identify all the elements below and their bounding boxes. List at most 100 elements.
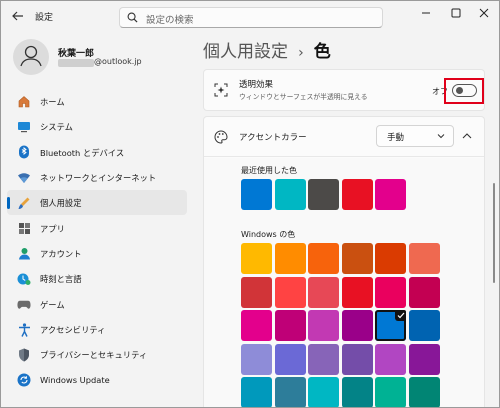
color-swatch[interactable] <box>308 377 339 407</box>
accent-mode-dropdown[interactable]: 手動 <box>376 125 454 147</box>
color-swatch[interactable] <box>308 343 339 375</box>
breadcrumb: 個人用設定 › 色 <box>203 37 331 62</box>
transparency-title: 透明効果 <box>239 80 274 90</box>
color-swatch[interactable] <box>274 276 306 308</box>
color-swatch[interactable] <box>241 179 272 210</box>
scrollbar[interactable] <box>493 183 495 283</box>
network-icon <box>17 171 31 184</box>
color-swatch[interactable] <box>375 377 406 407</box>
color-swatch[interactable] <box>274 343 306 375</box>
color-swatch[interactable] <box>308 179 339 210</box>
personalization-icon <box>17 196 31 209</box>
color-swatch[interactable] <box>375 276 406 308</box>
breadcrumb-separator: › <box>298 45 304 61</box>
sidebar-item-label: 時刻と言語 <box>40 274 82 285</box>
windows-colors-row <box>241 343 440 375</box>
apps-icon <box>17 222 31 235</box>
chevron-up-icon[interactable] <box>460 129 474 143</box>
sidebar-item-label: Windows Update <box>40 374 110 385</box>
color-swatch[interactable] <box>308 276 339 308</box>
color-swatch[interactable] <box>375 179 406 210</box>
color-swatch[interactable] <box>408 243 440 274</box>
transparency-card: 透明効果 ウィンドウとサーフェスが半透明に見える オフ <box>203 69 485 111</box>
sidebar-item-label: システム <box>40 122 73 133</box>
color-swatch[interactable] <box>274 310 306 341</box>
sidebar: 秋葉一郎 @outlook.jp ホーム システム Bluetooth とデバイ… <box>1 33 197 407</box>
sidebar-item-label: ゲーム <box>40 299 65 310</box>
color-swatch[interactable] <box>408 377 440 407</box>
search-input[interactable]: 設定の検索 <box>119 7 383 28</box>
sidebar-item-home[interactable]: ホーム <box>7 89 187 114</box>
accent-mode-value: 手動 <box>387 133 405 143</box>
sidebar-item-personalization[interactable]: 個人用設定 <box>7 190 187 216</box>
sidebar-item-windows-update[interactable]: Windows Update <box>7 368 187 393</box>
close-button[interactable] <box>469 1 499 25</box>
sidebar-item-system[interactable]: システム <box>7 114 187 139</box>
avatar[interactable] <box>13 39 49 75</box>
maximize-icon <box>451 8 461 18</box>
color-swatch[interactable] <box>341 243 373 274</box>
sidebar-item-bluetooth[interactable]: Bluetooth とデバイス <box>7 140 187 165</box>
breadcrumb-parent[interactable]: 個人用設定 <box>203 42 288 62</box>
sidebar-item-time-language[interactable]: 時刻と言語 <box>7 266 187 291</box>
privacy-icon <box>17 348 31 362</box>
sidebar-item-label: ネットワークとインターネット <box>40 173 157 184</box>
color-swatch[interactable] <box>241 343 272 375</box>
highlight-annotation <box>444 78 484 104</box>
color-swatch[interactable] <box>408 343 440 375</box>
windows-colors-row <box>241 243 440 274</box>
color-swatch[interactable] <box>241 243 272 274</box>
accent-color-card: アクセントカラー 手動 最近使用した色 Windows の色 <box>203 116 485 407</box>
recent-colors-row <box>241 179 406 210</box>
windows-colors-row <box>241 276 440 308</box>
color-swatch[interactable] <box>408 276 440 308</box>
profile-email-mask <box>58 59 94 67</box>
color-swatch[interactable] <box>341 310 373 341</box>
sidebar-item-accessibility[interactable]: アクセシビリティ <box>7 317 187 342</box>
color-swatch[interactable] <box>241 310 272 341</box>
color-swatch[interactable] <box>308 243 339 274</box>
title-bar: 設定 設定の検索 <box>1 1 499 33</box>
color-swatch[interactable] <box>341 343 373 375</box>
color-swatch[interactable] <box>375 310 406 341</box>
sidebar-item-label: アカウント <box>40 249 82 260</box>
color-swatch[interactable] <box>341 179 373 210</box>
color-swatch[interactable] <box>408 310 440 341</box>
sidebar-item-network[interactable]: ネットワークとインターネット <box>7 165 187 190</box>
back-button[interactable] <box>9 9 27 25</box>
back-arrow-icon <box>12 11 23 21</box>
windows-colors-label: Windows の色 <box>241 230 296 239</box>
search-placeholder: 設定の検索 <box>146 15 194 26</box>
color-swatch[interactable] <box>308 310 339 341</box>
transparency-description: ウィンドウとサーフェスが半透明に見える <box>239 93 368 101</box>
close-icon <box>479 8 489 18</box>
sidebar-item-label: ホーム <box>40 97 65 107</box>
color-swatch[interactable] <box>341 276 373 308</box>
sidebar-item-label: アプリ <box>40 223 65 234</box>
color-swatch[interactable] <box>274 179 306 210</box>
palette-icon <box>214 130 228 144</box>
color-swatch[interactable] <box>375 343 406 375</box>
profile-email: @outlook.jp <box>94 57 142 66</box>
accent-color-header[interactable]: アクセントカラー 手動 <box>204 117 484 157</box>
account-icon <box>17 247 31 260</box>
recent-colors-label: 最近使用した色 <box>241 166 297 175</box>
accessibility-icon <box>17 322 31 337</box>
sidebar-item-privacy[interactable]: プライバシーとセキュリティ <box>7 342 187 367</box>
sidebar-item-label: 個人用設定 <box>40 198 82 209</box>
color-swatch[interactable] <box>341 377 373 407</box>
sidebar-item-gaming[interactable]: ゲーム <box>7 292 187 317</box>
sidebar-item-accounts[interactable]: アカウント <box>7 241 187 266</box>
home-icon <box>17 95 31 108</box>
color-swatch[interactable] <box>274 377 306 407</box>
settings-window: 設定 設定の検索 秋葉一郎 @outlook.jp ホーム システム Bluet… <box>0 0 500 408</box>
maximize-button[interactable] <box>441 1 471 25</box>
minimize-icon <box>422 12 430 14</box>
color-swatch[interactable] <box>241 276 272 308</box>
minimize-button[interactable] <box>411 1 441 25</box>
color-swatch[interactable] <box>241 377 272 407</box>
color-swatch[interactable] <box>274 243 306 274</box>
windows-colors-row <box>241 377 440 407</box>
color-swatch[interactable] <box>375 243 406 274</box>
sidebar-item-apps[interactable]: アプリ <box>7 216 187 241</box>
